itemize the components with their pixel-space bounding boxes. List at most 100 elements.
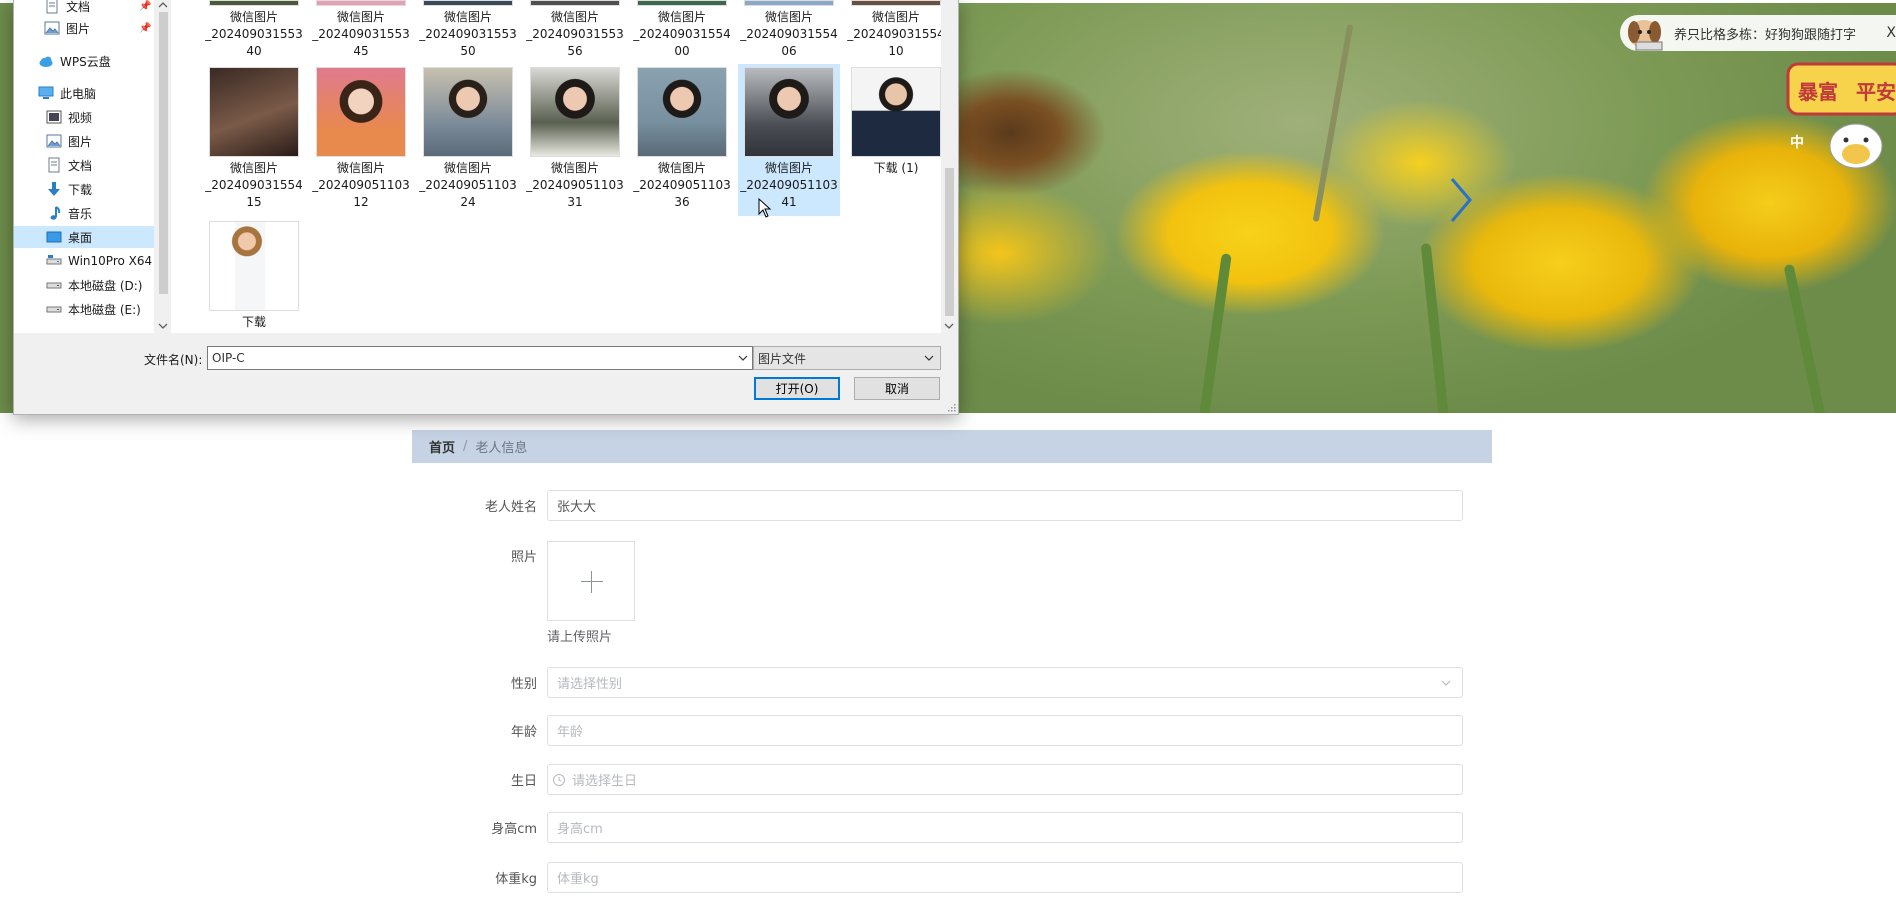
file-tile[interactable]: 微信图片 _202409031554 06 — [738, 0, 840, 60]
file-thumbnail — [316, 0, 406, 6]
file-name-line: 40 — [246, 44, 262, 58]
file-thumbnail — [744, 67, 834, 157]
name-input[interactable]: 张大大 — [547, 490, 1463, 521]
file-list-scrollbar[interactable] — [941, 0, 957, 333]
name-value: 张大大 — [557, 500, 597, 515]
nav-item-label: 此电脑 — [60, 86, 97, 101]
chevron-down-icon — [1441, 680, 1451, 686]
file-tile[interactable]: 微信图片 _202409051103 12 — [310, 64, 412, 211]
gender-select[interactable]: 请选择性别 — [547, 667, 1463, 698]
file-name-line: _202409031554 — [633, 27, 731, 41]
file-tile[interactable]: 微信图片 _202409031554 15 — [203, 64, 305, 211]
weight-label: 体重kg — [495, 872, 537, 887]
nav-item-label: 视频 — [68, 110, 93, 125]
close-icon[interactable]: X — [1886, 25, 1896, 41]
weight-placeholder: 体重kg — [557, 872, 599, 887]
file-name-line: 31 — [567, 195, 583, 209]
computer-icon — [38, 86, 54, 99]
file-tile[interactable]: 微信图片 _202409031553 50 — [417, 0, 519, 60]
file-name-line: _202409051103 — [633, 178, 731, 192]
flower-stem — [1420, 242, 1450, 413]
nav-item-pictures-2[interactable]: 图片 — [14, 130, 154, 152]
file-tile[interactable]: 微信图片 _202409031553 40 — [203, 0, 305, 60]
navigation-pane: 文档 📌 图片 📌 WPS云盘 此电脑 视频 图片 文档 下载 音乐 桌面 Wi… — [14, 0, 154, 333]
file-scroll-thumb[interactable] — [945, 168, 954, 316]
file-tile[interactable]: 微信图片 _202409031553 56 — [524, 0, 626, 60]
nav-item-pictures[interactable]: 图片 📌 — [14, 17, 154, 39]
nav-item-desktop[interactable]: 桌面 — [14, 226, 154, 248]
chevron-down-icon — [924, 355, 934, 361]
filename-input[interactable]: OIP-C — [207, 346, 753, 370]
weight-input[interactable]: 体重kg — [547, 862, 1463, 893]
pin-icon: 📌 — [139, 0, 152, 12]
sign-text-right: 平安 — [1856, 80, 1896, 104]
nav-item-drive-d[interactable]: 本地磁盘 (D:) — [14, 274, 154, 296]
file-tile[interactable]: 下载 — [203, 218, 305, 331]
nav-item-label: 文档 — [66, 0, 91, 14]
breadcrumb-separator: / — [463, 439, 468, 454]
music-icon — [50, 206, 61, 220]
file-name-line: 41 — [781, 195, 797, 209]
breadcrumb-home[interactable]: 首页 — [429, 437, 455, 456]
file-tile[interactable]: 下载 (1) — [845, 64, 941, 177]
file-tile-selected[interactable]: 微信图片 _202409051103 41 — [738, 64, 840, 216]
nav-scrollbar[interactable] — [155, 0, 171, 333]
cancel-button[interactable]: 取消 — [854, 377, 940, 400]
photo-upload[interactable] — [547, 541, 635, 621]
picture-icon — [44, 21, 60, 35]
scroll-up-icon[interactable] — [158, 1, 168, 9]
flower-stem — [1198, 253, 1232, 413]
nav-item-drive-c[interactable]: Win10Pro X64 — [14, 250, 154, 272]
file-name-line: 微信图片 — [229, 161, 278, 175]
nav-item-this-pc[interactable]: 此电脑 — [14, 82, 154, 104]
filename-value: OIP-C — [212, 351, 245, 365]
notification-toast[interactable]: 养只比格多栋：好狗狗跟随打字 X — [1620, 15, 1896, 51]
resize-grip-icon[interactable] — [946, 402, 956, 412]
decor-sign: 暴富 平安 中 — [1786, 62, 1896, 169]
file-thumbnail — [851, 67, 941, 157]
file-name-line: _202409051103 — [419, 178, 517, 192]
birthday-picker[interactable]: 请选择生日 — [547, 764, 1463, 795]
nav-item-wps-cloud[interactable]: WPS云盘 — [14, 50, 154, 72]
file-tile[interactable]: 微信图片 _202409051103 31 — [524, 64, 626, 211]
nav-item-drive-e[interactable]: 本地磁盘 (E:) — [14, 298, 154, 320]
age-input[interactable]: 年龄 — [547, 715, 1463, 746]
nav-item-documents-2[interactable]: 文档 — [14, 154, 154, 176]
carousel-next-arrow-icon[interactable] — [1446, 175, 1476, 225]
open-file-dialog: 文档 📌 图片 📌 WPS云盘 此电脑 视频 图片 文档 下载 音乐 桌面 Wi… — [13, 0, 959, 415]
video-folder-icon — [46, 110, 62, 124]
nav-item-videos[interactable]: 视频 — [14, 106, 154, 128]
gender-placeholder: 请选择性别 — [557, 677, 623, 692]
nav-scroll-thumb[interactable] — [159, 12, 168, 294]
open-button[interactable]: 打开(O) — [754, 377, 840, 400]
file-name-line: 微信图片 — [657, 161, 706, 175]
plus-icon — [591, 571, 592, 593]
chevron-down-icon[interactable] — [738, 353, 748, 363]
nav-item-downloads[interactable]: 下载 — [14, 178, 154, 200]
nav-item-label: 图片 — [68, 134, 93, 149]
dialog-bottom-bar: 文件名(N): OIP-C 图片文件 打开(O) 取消 — [14, 333, 958, 414]
document-folder-icon — [48, 157, 60, 173]
scroll-down-icon[interactable] — [158, 322, 168, 330]
file-tile[interactable]: 微信图片 _202409051103 36 — [631, 64, 733, 211]
nav-item-label: 桌面 — [68, 230, 93, 245]
file-tile[interactable]: 微信图片 _202409051103 24 — [417, 64, 519, 211]
nav-item-documents[interactable]: 文档 📌 — [14, 0, 154, 17]
nav-item-label: Win10Pro X64 — [68, 254, 153, 268]
sign-text-left: 暴富 — [1798, 80, 1838, 104]
file-name-line: 下载 — [241, 315, 266, 329]
nav-item-music[interactable]: 音乐 — [14, 202, 154, 224]
scroll-down-icon[interactable] — [944, 322, 954, 330]
file-name-line: 10 — [888, 44, 904, 58]
file-name-line: _202409051103 — [526, 178, 624, 192]
file-name-line: 50 — [460, 44, 476, 58]
file-list: 微信图片 _202409031553 40 微信图片 _202409031553 45 … — [171, 0, 941, 333]
nav-item-label: 音乐 — [68, 206, 93, 221]
file-name-line: 00 — [674, 44, 690, 58]
height-input[interactable]: 身高cm — [547, 812, 1463, 843]
file-tile[interactable]: 微信图片 _202409031554 00 — [631, 0, 733, 60]
filetype-select[interactable]: 图片文件 — [753, 346, 941, 370]
file-name-line: 微信图片 — [550, 10, 599, 24]
file-tile[interactable]: 微信图片 _202409031553 45 — [310, 0, 412, 60]
file-tile[interactable]: 微信图片 _202409031554 10 — [845, 0, 941, 60]
